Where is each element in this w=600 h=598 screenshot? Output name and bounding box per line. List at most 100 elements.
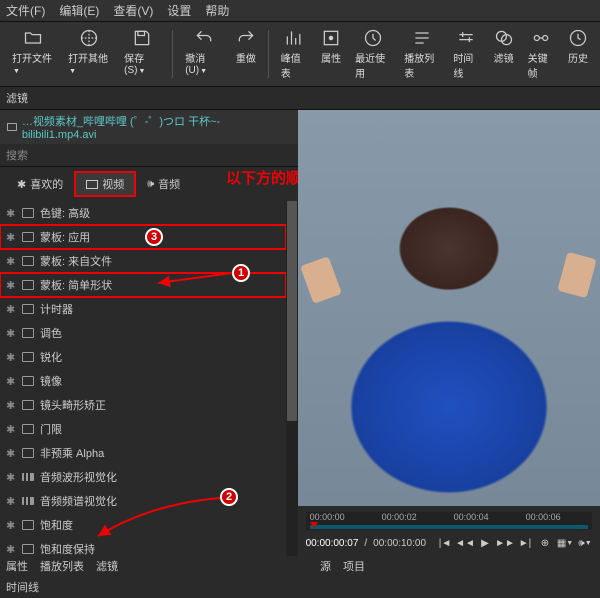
tab-video[interactable]: 视频 [74, 171, 136, 197]
filter-item[interactable]: ✱ 镜头畸形矫正 [0, 393, 286, 417]
tab-playlist[interactable]: 播放列表 [40, 558, 84, 574]
filter-item-label: 锐化 [40, 349, 62, 365]
filter-item[interactable]: ✱ 锐化 [0, 345, 286, 369]
monitor-icon [22, 448, 34, 458]
prev-frame-button[interactable]: ◄◄ [458, 536, 472, 550]
ruler-tick: 00:00:02 [382, 512, 417, 522]
monitor-icon [22, 208, 34, 218]
timeline-button[interactable]: 时间线 [447, 26, 485, 82]
filter-item-label: 调色 [40, 325, 62, 341]
timeline-panel-label: 时间线 [0, 576, 600, 598]
scrollbar-thumb[interactable] [287, 201, 297, 421]
tab-source[interactable]: 源 [320, 558, 331, 574]
menu-file[interactable]: 文件(F) [6, 2, 45, 19]
open-other-button[interactable]: 打开其他▼ [62, 26, 116, 82]
video-preview[interactable] [298, 110, 600, 506]
annotation-badge-3: 3 [145, 228, 163, 246]
favorite-star-icon[interactable]: ✱ [6, 447, 16, 460]
favorite-star-icon[interactable]: ✱ [6, 543, 16, 556]
favorite-star-icon[interactable]: ✱ [6, 399, 16, 412]
favorite-star-icon[interactable]: ✱ [6, 495, 16, 508]
monitor-icon [22, 544, 34, 554]
keyframes-button[interactable]: 关键帧 [522, 26, 560, 82]
menu-edit[interactable]: 编辑(E) [59, 2, 99, 19]
tab-project[interactable]: 项目 [343, 558, 365, 574]
filter-item-label: 镜头畸形矫正 [40, 397, 106, 413]
filter-item[interactable]: ✱音频频谱视觉化 [0, 489, 286, 513]
play-button[interactable]: ▶ [478, 536, 492, 550]
recent-button[interactable]: 最近使用 [349, 26, 396, 82]
filter-item-label: 蒙板: 来自文件 [40, 253, 112, 269]
filter-item[interactable]: ✱ 调色 [0, 321, 286, 345]
clip-filename: …视频素材_哔哩哔哩 (゜-゜)つロ 干杯~-bilibili1.mp4.avi [22, 113, 292, 141]
total-time: 00:00:10:00 [373, 538, 426, 549]
tab-properties[interactable]: 属性 [6, 558, 28, 574]
filter-item-label: 饱和度 [40, 517, 73, 533]
tab-audio[interactable]: 🕪音频 [136, 172, 191, 196]
filter-item[interactable]: ✱计时器 [0, 297, 286, 321]
toolbar: 打开文件▼ 打开其他▼ 保存(S)▼ 撤消(U)▼ 重做 峰值表 属性 最近使用… [0, 22, 600, 87]
peak-meter-button[interactable]: 峰值表 [275, 26, 313, 82]
grid-button[interactable]: ▦▼ [558, 536, 572, 550]
filters-button[interactable]: 滤镜 [488, 26, 520, 82]
skip-end-button[interactable]: ►| [518, 536, 532, 550]
ruler-tick: 00:00:04 [454, 512, 489, 522]
menu-help[interactable]: 帮助 [205, 2, 229, 19]
favorite-star-icon[interactable]: ✱ [6, 351, 16, 364]
history-button[interactable]: 历史 [562, 26, 594, 82]
filter-item[interactable]: ✱色键: 高级 [0, 201, 286, 225]
filter-item[interactable]: ✱蒙板: 应用 [0, 225, 286, 249]
ruler-tick: 00:00:06 [526, 512, 561, 522]
filter-item-label: 非预乘 Alpha [40, 445, 104, 461]
monitor-icon [22, 376, 34, 386]
favorite-star-icon[interactable]: ✱ [6, 255, 16, 268]
skip-start-button[interactable]: |◄ [438, 536, 452, 550]
filter-search-input[interactable]: 搜索 [0, 144, 298, 167]
redo-button[interactable]: 重做 [230, 26, 262, 82]
filter-item[interactable]: ✱ 饱和度 [0, 513, 286, 537]
filter-item[interactable]: ✱ 镜像 [0, 369, 286, 393]
favorite-star-icon[interactable]: ✱ [6, 519, 16, 532]
properties-button[interactable]: 属性 [315, 26, 347, 82]
favorite-star-icon[interactable]: ✱ [6, 327, 16, 340]
filter-item-label: 镜像 [40, 373, 62, 389]
favorite-star-icon[interactable]: ✱ [6, 207, 16, 220]
zoom-button[interactable]: ⊕ [538, 536, 552, 550]
annotation-badge-2: 2 [220, 488, 238, 506]
favorite-star-icon[interactable]: ✱ [6, 471, 16, 484]
clip-title-bar: …视频素材_哔哩哔哩 (゜-゜)つロ 干杯~-bilibili1.mp4.avi [0, 110, 298, 144]
open-file-button[interactable]: 打开文件▼ [6, 26, 60, 82]
undo-button[interactable]: 撤消(U)▼ [179, 26, 228, 82]
filter-item[interactable]: ✱ 非预乘 Alpha [0, 441, 286, 465]
filter-list: ✱色键: 高级✱蒙板: 应用✱蒙板: 来自文件✱蒙板: 简单形状✱计时器✱调色✱… [0, 201, 286, 556]
save-button[interactable]: 保存(S)▼ [118, 26, 166, 82]
tab-favorites[interactable]: ✱喜欢的 [6, 172, 74, 196]
monitor-icon [22, 424, 34, 434]
playback-panel: 00:00:0000:00:0200:00:0400:00:06 00:00:0… [298, 506, 600, 556]
clip-icon [6, 121, 18, 133]
favorite-star-icon[interactable]: ✱ [6, 279, 16, 292]
filter-item-label: 门限 [40, 421, 62, 437]
monitor-icon [22, 328, 34, 338]
playhead[interactable] [310, 522, 318, 528]
tab-filters[interactable]: 滤镜 [96, 558, 118, 574]
filter-item[interactable]: ✱音频波形视觉化 [0, 465, 286, 489]
audio-icon [22, 497, 34, 505]
filter-item[interactable]: ✱饱和度保持 [0, 537, 286, 556]
scrollbar[interactable] [286, 201, 298, 556]
favorite-star-icon[interactable]: ✱ [6, 231, 16, 244]
playlist-button[interactable]: 播放列表 [398, 26, 445, 82]
annotation-badge-1: 1 [232, 264, 250, 282]
menu-view[interactable]: 查看(V) [113, 2, 153, 19]
monitor-icon [22, 400, 34, 410]
filter-item[interactable]: ✱ 门限 [0, 417, 286, 441]
favorite-star-icon[interactable]: ✱ [6, 423, 16, 436]
monitor-icon [86, 180, 98, 189]
favorite-star-icon[interactable]: ✱ [6, 303, 16, 316]
monitor-icon [22, 232, 34, 242]
menu-settings[interactable]: 设置 [167, 2, 191, 19]
favorite-star-icon[interactable]: ✱ [6, 375, 16, 388]
next-frame-button[interactable]: ►► [498, 536, 512, 550]
volume-button[interactable]: 🕪▼ [578, 536, 592, 550]
time-ruler[interactable]: 00:00:0000:00:0200:00:0400:00:06 [306, 512, 592, 530]
